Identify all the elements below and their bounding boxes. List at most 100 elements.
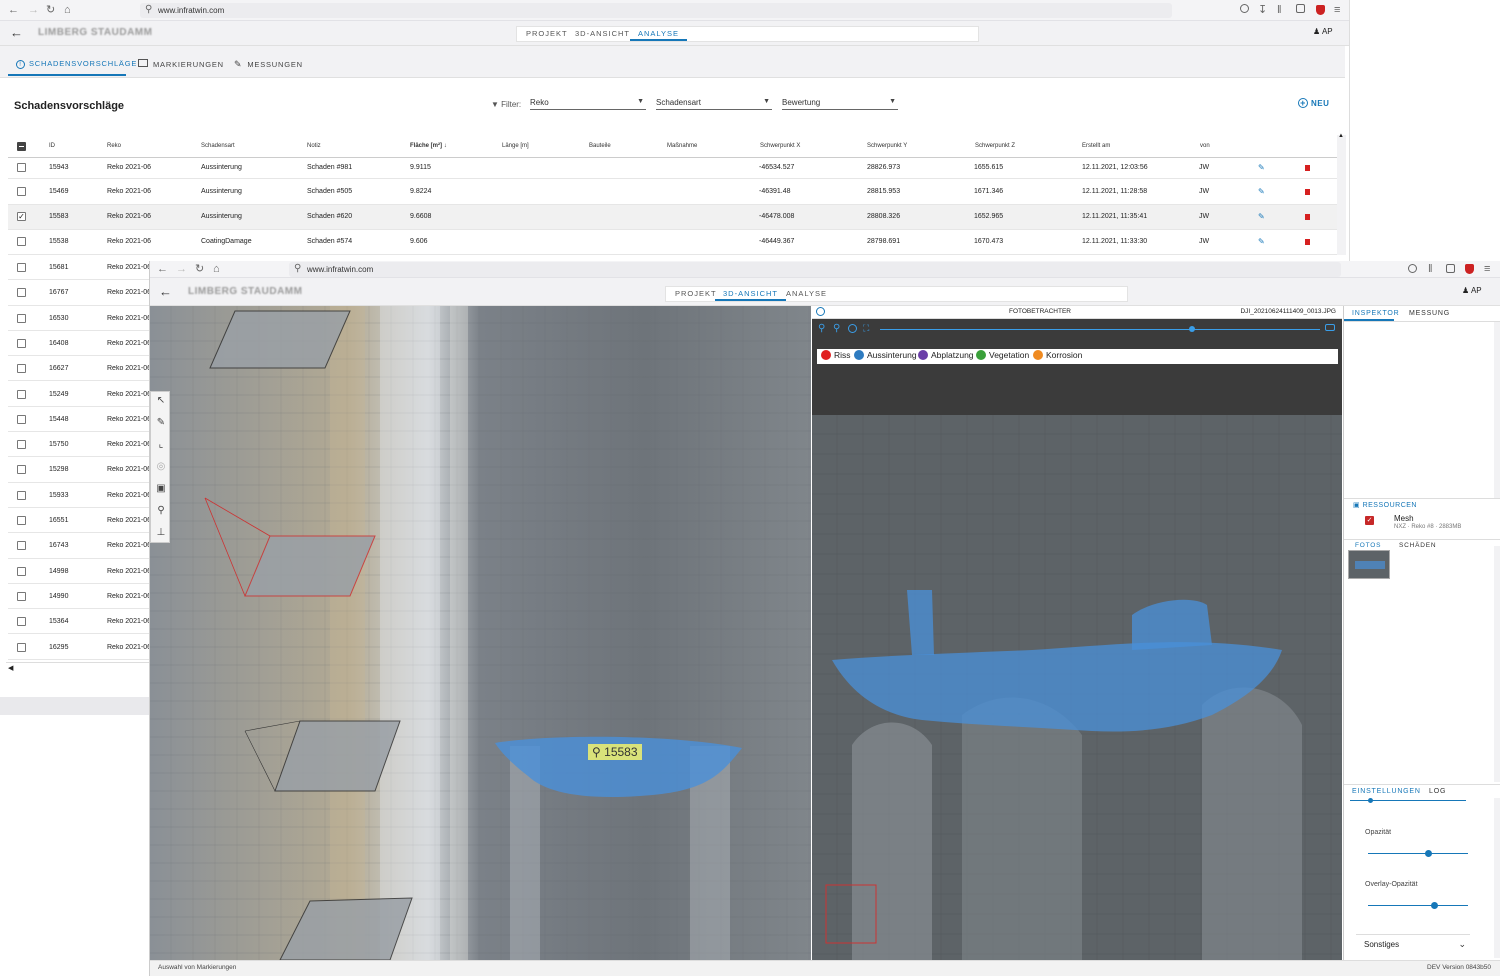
tab-projekt[interactable]: PROJEKT — [526, 29, 568, 38]
col-schwerpunkt-y[interactable]: Schwerpunkt Y — [867, 143, 907, 149]
table-scrollbar[interactable]: ▲ — [1337, 133, 1346, 255]
legend-riss[interactable]: Riss — [821, 350, 851, 360]
table-row[interactable]: 16743 Reko 2021-06 — [8, 533, 149, 559]
row-checkbox-checked[interactable]: ✓ — [17, 212, 26, 221]
tab-messung[interactable]: MESSUNG — [1409, 310, 1450, 317]
tab-projekt[interactable]: PROJEKT — [675, 289, 717, 298]
pencil-tool-icon[interactable]: ✎ — [155, 417, 167, 429]
table-row[interactable]: 15448 Reko 2021-06 — [8, 407, 149, 433]
col-von[interactable]: von — [1200, 143, 1210, 149]
reset-view-icon[interactable] — [848, 324, 857, 333]
sidebar-icon[interactable] — [1296, 4, 1305, 13]
panel-scrollbar[interactable] — [1494, 322, 1500, 498]
photo-slider-track[interactable] — [880, 329, 1320, 330]
table-row[interactable]: 15538 Reko 2021-06 CoatingDamage Schaden… — [8, 230, 1338, 255]
table-row[interactable]: 15943 Reko 2021-06 Aussinterung Schaden … — [8, 158, 1338, 179]
area-measure-icon[interactable]: ⌞ — [155, 439, 167, 451]
tab-fotos[interactable]: FOTOS — [1355, 542, 1381, 549]
tab-inspektor[interactable]: INSPEKTOR — [1352, 310, 1400, 317]
row-checkbox[interactable] — [17, 237, 26, 246]
edit-icon[interactable]: ✎ — [1258, 212, 1265, 221]
filter-bewertung-select[interactable]: Bewertung ▼ — [782, 98, 898, 110]
fullscreen-icon[interactable]: ⛶ — [863, 323, 869, 334]
forward-nav-icon[interactable]: → — [28, 4, 39, 16]
edit-icon[interactable]: ✎ — [1258, 163, 1265, 172]
tab-markierungen[interactable]: MARKIERUNGEN — [138, 59, 224, 69]
legend-vegetation[interactable]: Vegetation — [976, 350, 1029, 360]
tab-analyse[interactable]: ANALYSE — [629, 29, 688, 41]
tab-log[interactable]: LOG — [1429, 788, 1446, 795]
col-massnahme[interactable]: Maßnahme — [667, 143, 697, 149]
row-checkbox[interactable] — [17, 541, 26, 551]
row-checkbox[interactable] — [17, 440, 26, 450]
tab-3d-ansicht[interactable]: 3D-ANSICHT — [714, 289, 787, 301]
close-circle-icon[interactable] — [816, 307, 825, 316]
vr-icon[interactable] — [1325, 324, 1335, 331]
opacity-slider-track[interactable] — [1368, 853, 1468, 854]
col-laenge[interactable]: Länge [m] — [502, 143, 529, 149]
table-row[interactable]: 15249 Reko 2021-06 — [8, 382, 149, 407]
h-scrollbar[interactable]: ◀ — [6, 662, 149, 674]
table-row[interactable]: 16767 Reko 2021-06 — [8, 280, 149, 306]
row-checkbox[interactable] — [17, 163, 26, 172]
back-nav-icon[interactable]: ← — [157, 263, 168, 275]
row-checkbox[interactable] — [17, 617, 26, 627]
settings-scroll-knob[interactable] — [1368, 798, 1373, 803]
col-erstellt[interactable]: Erstellt am — [1082, 143, 1110, 149]
row-checkbox[interactable] — [17, 364, 26, 374]
col-schwerpunkt-z[interactable]: Schwerpunkt Z — [975, 143, 1015, 149]
photo-thumbnail[interactable] — [1348, 550, 1390, 579]
library-icon[interactable]: ‖ — [1428, 263, 1433, 275]
table-row[interactable]: 15298 Reko 2021-06 — [8, 457, 149, 483]
user-menu[interactable]: ♟ AP — [1313, 27, 1333, 36]
row-checkbox[interactable] — [17, 465, 26, 475]
location-pin-icon[interactable]: ⚲ — [155, 505, 167, 517]
home-icon[interactable]: ⌂ — [64, 4, 71, 16]
new-button[interactable]: + NEU — [1298, 98, 1329, 108]
library-icon[interactable]: ‖ — [1277, 4, 1282, 16]
legend-korrosion[interactable]: Korrosion — [1033, 350, 1082, 360]
download-icon[interactable]: ↧ — [1258, 4, 1267, 16]
pointer-icon[interactable]: ↖ — [155, 395, 167, 407]
table-row[interactable]: 15933 Reko 2021-06 — [8, 483, 149, 508]
row-checkbox[interactable] — [17, 338, 26, 348]
damage-marker[interactable]: ⚲ 15583 — [588, 744, 642, 760]
col-schadensart[interactable]: Schadensart — [201, 143, 235, 149]
zoom-out-icon[interactable]: ⚲ — [833, 323, 840, 334]
col-reko[interactable]: Reko — [107, 143, 121, 149]
legend-aussinterung[interactable]: Aussinterung — [854, 350, 917, 360]
tab-analyse[interactable]: ANALYSE — [786, 289, 827, 298]
delete-icon[interactable] — [1305, 165, 1310, 171]
scroll-up-icon[interactable]: ▲ — [1338, 133, 1344, 139]
sidebar-icon[interactable] — [1446, 264, 1455, 273]
mesh-checkbox[interactable]: ✓ — [1365, 516, 1374, 525]
settings-scrollbar[interactable] — [1494, 798, 1500, 958]
row-checkbox[interactable] — [17, 389, 26, 399]
back-arrow-icon[interactable]: ← — [159, 284, 172, 299]
reload-icon[interactable]: ↻ — [195, 263, 204, 275]
table-row[interactable]: 15364 Reko 2021-06 — [8, 609, 149, 635]
edit-icon[interactable]: ✎ — [1258, 237, 1265, 246]
photo-slider-thumb[interactable] — [1189, 326, 1196, 332]
user-menu[interactable]: ♟ AP — [1462, 286, 1482, 295]
tab-schadensvorschlaege[interactable]: ! SCHADENSVORSCHLÄGE — [16, 59, 137, 69]
reload-icon[interactable]: ↻ — [46, 4, 55, 16]
table-row[interactable]: 15681 Reko 2021-06 — [8, 255, 149, 281]
table-row[interactable]: 15469 Reko 2021-06 Aussinterung Schaden … — [8, 179, 1338, 205]
table-row-selected[interactable]: ✓ 15583 Reko 2021-06 Aussinterung Schade… — [8, 205, 1338, 230]
table-row[interactable]: 16530 Reko 2021-06 — [8, 306, 149, 331]
row-checkbox[interactable] — [17, 313, 26, 323]
tab-schaeden[interactable]: SCHÄDEN — [1399, 542, 1436, 549]
tab-einstellungen[interactable]: EINSTELLUNGEN — [1352, 788, 1421, 795]
table-row[interactable]: 16408 Reko 2021-06 — [8, 331, 149, 357]
back-nav-icon[interactable]: ← — [8, 4, 19, 16]
row-checkbox[interactable] — [17, 516, 26, 525]
col-schwerpunkt-x[interactable]: Schwerpunkt X — [760, 143, 800, 149]
legend-abplatzung[interactable]: Abplatzung — [918, 350, 974, 360]
col-bauteile[interactable]: Bauteile — [589, 143, 611, 149]
home-icon[interactable]: ⌂ — [213, 263, 220, 275]
camera-icon[interactable]: ▣ — [155, 483, 167, 495]
col-flaeche[interactable]: Fläche [m²] ↓ — [410, 143, 447, 149]
select-all-checkbox[interactable] — [17, 142, 26, 151]
back-arrow-icon[interactable]: ← — [10, 25, 23, 40]
